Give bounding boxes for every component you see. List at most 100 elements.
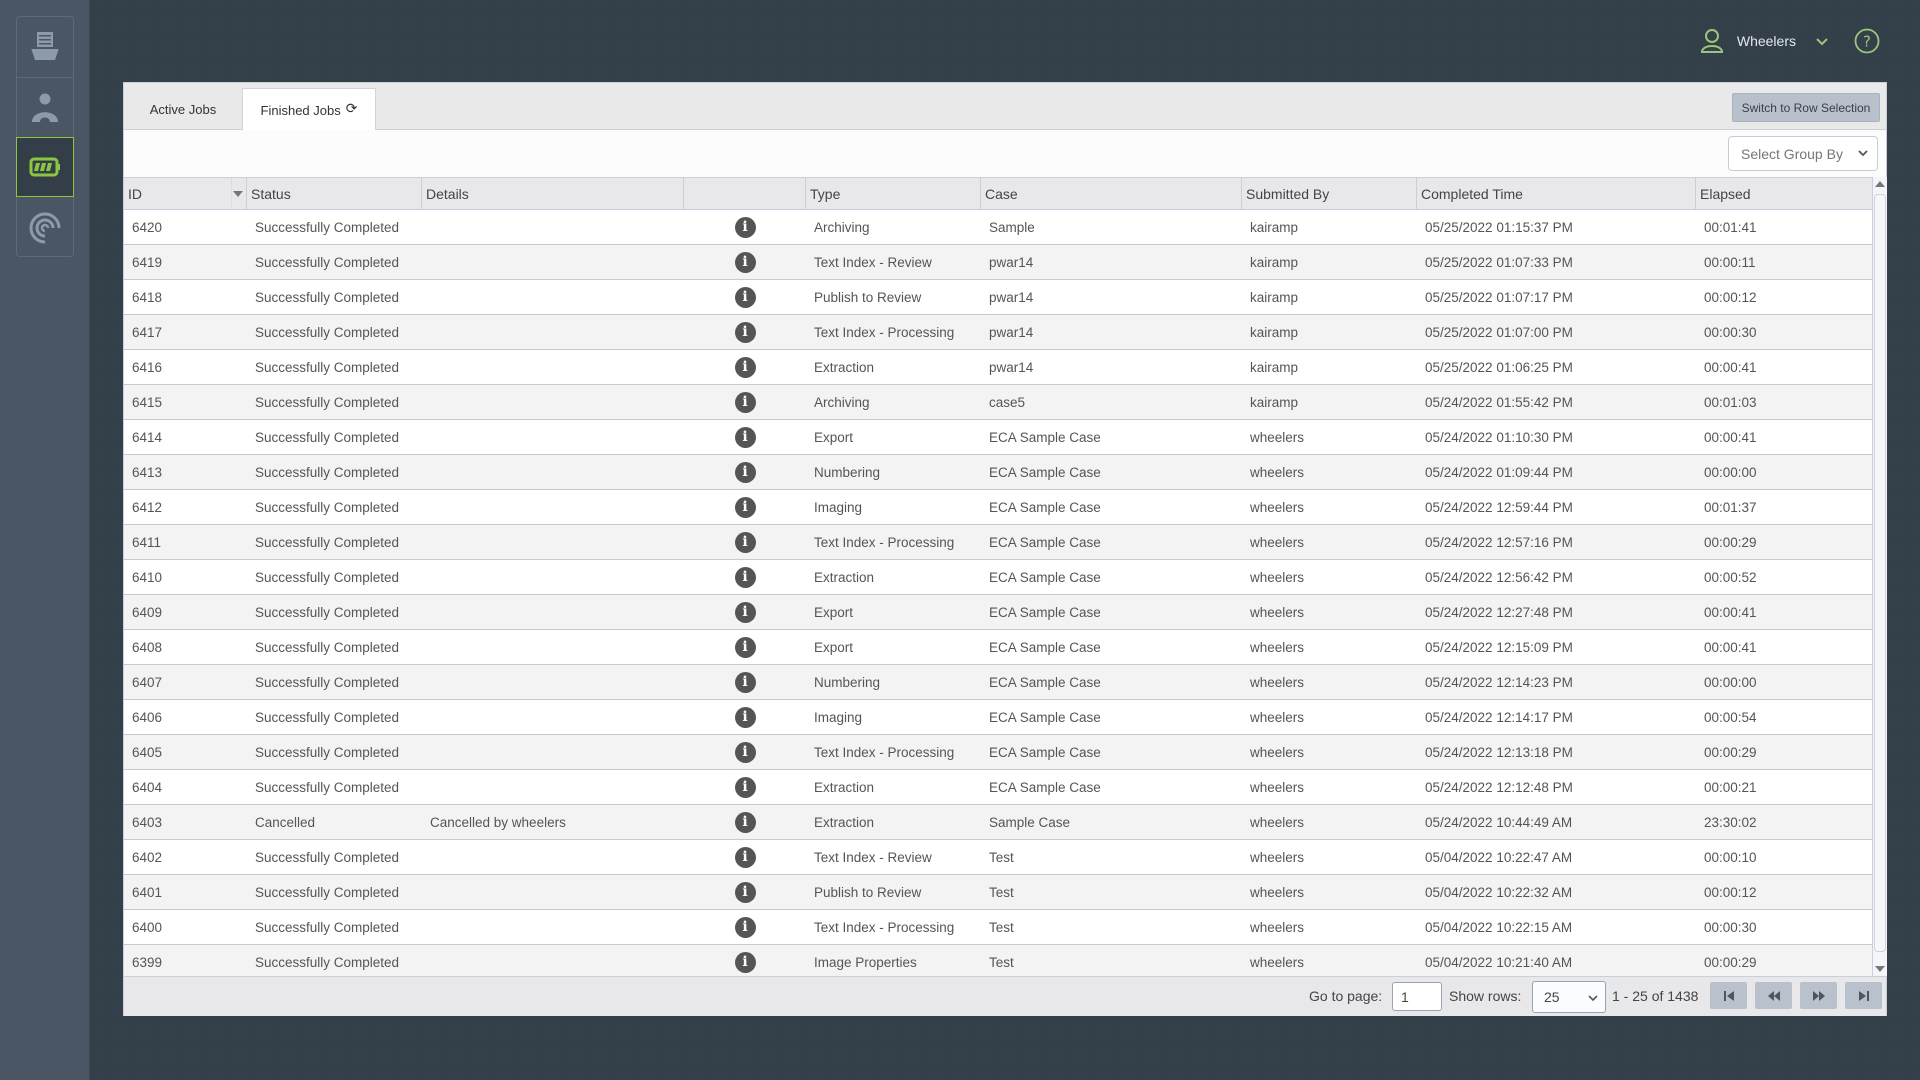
table-row[interactable]: 6416 Successfully Completed i Extraction pwa…	[124, 350, 1872, 385]
switch-to-row-selection-button[interactable]: Switch to Row Selection	[1732, 93, 1880, 122]
user-icon[interactable]	[1699, 28, 1725, 54]
page-number-input[interactable]: 1	[1392, 982, 1442, 1011]
table-row[interactable]: 6420 Successfully Completed i Archiving Samp…	[124, 210, 1872, 245]
column-header-completed-time[interactable]: Completed Time	[1417, 178, 1696, 209]
table-row[interactable]: 6419 Successfully Completed i Text Index - …	[124, 245, 1872, 280]
sidebar-item-signal[interactable]	[17, 197, 73, 257]
show-rows-label: Show rows:	[1449, 988, 1522, 1004]
column-header-elapsed[interactable]: Elapsed	[1696, 178, 1872, 209]
sidebar-item-jobs[interactable]	[16, 137, 74, 197]
table-row[interactable]: 6404 Successfully Completed i Extraction ECA…	[124, 770, 1872, 805]
table-row[interactable]: 6409 Successfully Completed i Export ECA Sam…	[124, 595, 1872, 630]
user-icon	[32, 93, 58, 122]
table-row[interactable]: 6401 Successfully Completed i Publish to Re…	[124, 875, 1872, 910]
chevron-down-icon[interactable]	[1814, 33, 1830, 49]
refresh-icon[interactable]: ⟳	[346, 100, 358, 117]
info-icon[interactable]: i	[734, 846, 756, 868]
column-header-id[interactable]: ID	[124, 178, 247, 209]
scroll-up-arrow[interactable]	[1875, 181, 1885, 187]
cell-submitted-by: wheelers	[1250, 534, 1305, 550]
cell-id: 6402	[132, 849, 163, 865]
column-header-status[interactable]: Status	[247, 178, 422, 209]
tab-active-jobs[interactable]: Active Jobs	[124, 88, 242, 130]
help-icon[interactable]: ?	[1854, 28, 1880, 54]
info-icon[interactable]: i	[734, 916, 756, 938]
cell-completed-time: 05/04/2022 10:22:32 AM	[1425, 884, 1573, 900]
info-icon[interactable]: i	[734, 496, 756, 518]
tab-finished-jobs[interactable]: Finished Jobs ⟳	[242, 88, 376, 131]
table-row[interactable]: 6408 Successfully Completed i Export ECA Sam…	[124, 630, 1872, 665]
table-row[interactable]: 6418 Successfully Completed i Publish to Re…	[124, 280, 1872, 315]
cell-details	[422, 455, 684, 489]
info-icon[interactable]: i	[734, 356, 756, 378]
chevron-down-icon	[1588, 995, 1598, 1002]
cell-details	[422, 560, 684, 594]
cell-status: Successfully Completed	[255, 394, 400, 410]
cell-submitted-by: kairamp	[1250, 359, 1299, 375]
sidebar-item-inbox[interactable]	[17, 17, 73, 77]
rows-per-page-select[interactable]: 25	[1532, 981, 1606, 1013]
cell-type: Publish to Review	[814, 289, 922, 305]
info-icon[interactable]: i	[734, 776, 756, 798]
info-icon[interactable]: i	[734, 601, 756, 623]
info-icon[interactable]: i	[734, 286, 756, 308]
table-row[interactable]: 6414 Successfully Completed i Export ECA Sam…	[124, 420, 1872, 455]
column-header-case[interactable]: Case	[981, 178, 1242, 209]
vertical-scrollbar[interactable]	[1872, 177, 1887, 976]
column-header-type[interactable]: Type	[806, 178, 981, 209]
info-icon[interactable]: i	[734, 706, 756, 728]
user-name[interactable]: Wheelers	[1737, 33, 1796, 49]
info-icon[interactable]: i	[734, 426, 756, 448]
next-page-button[interactable]	[1800, 982, 1837, 1009]
table-row[interactable]: 6410 Successfully Completed i Extraction ECA…	[124, 560, 1872, 595]
cell-completed-time: 05/24/2022 01:10:30 PM	[1425, 429, 1573, 445]
cell-completed-time: 05/24/2022 12:57:16 PM	[1425, 534, 1573, 550]
info-icon[interactable]: i	[734, 251, 756, 273]
cell-type: Archiving	[814, 394, 870, 410]
column-header-submitted-by[interactable]: Submitted By	[1242, 178, 1417, 209]
table-row[interactable]: 6415 Successfully Completed i Archiving case…	[124, 385, 1872, 420]
cell-elapsed: 00:00:54	[1704, 709, 1757, 725]
cell-completed-time: 05/25/2022 01:15:37 PM	[1425, 219, 1573, 235]
table-row[interactable]: 6411 Successfully Completed i Text Index - …	[124, 525, 1872, 560]
table-row[interactable]: 6403 Cancelled Cancelled by wheelers i Extra…	[124, 805, 1872, 840]
info-icon[interactable]: i	[734, 671, 756, 693]
first-page-button[interactable]	[1710, 982, 1747, 1009]
cell-elapsed: 00:00:41	[1704, 604, 1757, 620]
info-icon[interactable]: i	[734, 391, 756, 413]
scroll-down-arrow[interactable]	[1875, 966, 1885, 972]
cell-id: 6401	[132, 884, 163, 900]
cell-info: i	[684, 420, 806, 454]
info-icon[interactable]: i	[734, 531, 756, 553]
info-icon[interactable]: i	[734, 741, 756, 763]
cell-submitted-by: kairamp	[1250, 254, 1299, 270]
table-row[interactable]: 6406 Successfully Completed i Imaging ECA Sa…	[124, 700, 1872, 735]
table-row[interactable]: 6413 Successfully Completed i Numbering ECA …	[124, 455, 1872, 490]
cell-elapsed: 00:00:12	[1704, 289, 1757, 305]
table-row[interactable]: 6405 Successfully Completed i Text Index - …	[124, 735, 1872, 770]
info-icon[interactable]: i	[734, 216, 756, 238]
cell-id: 6403	[132, 814, 163, 830]
column-header-details[interactable]: Details	[422, 178, 684, 209]
cell-elapsed: 00:00:29	[1704, 744, 1757, 760]
info-icon[interactable]: i	[734, 321, 756, 343]
group-by-select[interactable]: Select Group By	[1728, 136, 1878, 171]
previous-page-button[interactable]	[1755, 982, 1792, 1009]
table-row[interactable]: 6407 Successfully Completed i Numbering ECA …	[124, 665, 1872, 700]
table-row[interactable]: 6399 Successfully Completed i Image Propert…	[124, 945, 1872, 976]
tab-bar: Active Jobs Finished Jobs ⟳ Switch to Ro…	[124, 83, 1886, 131]
table-row[interactable]: 6417 Successfully Completed i Text Index - …	[124, 315, 1872, 350]
info-icon[interactable]: i	[734, 811, 756, 833]
sidebar-item-users[interactable]	[17, 77, 73, 137]
info-icon[interactable]: i	[734, 951, 756, 973]
info-icon[interactable]: i	[734, 636, 756, 658]
table-row[interactable]: 6412 Successfully Completed i Imaging ECA Sa…	[124, 490, 1872, 525]
scroll-thumb[interactable]	[1874, 194, 1886, 952]
info-icon[interactable]: i	[734, 881, 756, 903]
info-icon[interactable]: i	[734, 566, 756, 588]
last-page-button[interactable]	[1845, 982, 1882, 1009]
cell-status: Successfully Completed	[255, 639, 400, 655]
table-row[interactable]: 6402 Successfully Completed i Text Index - …	[124, 840, 1872, 875]
info-icon[interactable]: i	[734, 461, 756, 483]
table-row[interactable]: 6400 Successfully Completed i Text Index - …	[124, 910, 1872, 945]
